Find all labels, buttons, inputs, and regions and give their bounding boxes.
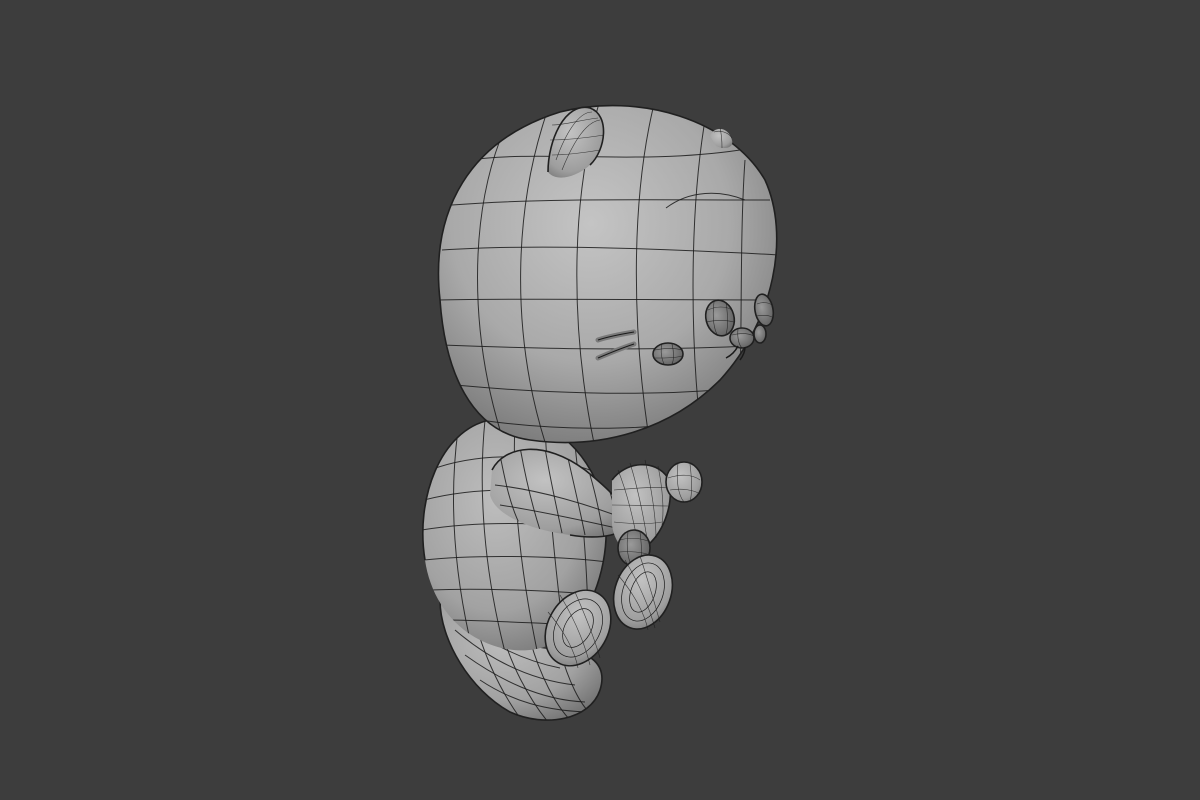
3d-viewport[interactable] bbox=[0, 0, 1200, 800]
bear-thumb-mesh[interactable] bbox=[665, 461, 703, 503]
viewport-canvas bbox=[0, 0, 1200, 800]
bear-cheek-mesh bbox=[652, 342, 684, 366]
bear-muzzle-far-mesh bbox=[753, 324, 767, 344]
